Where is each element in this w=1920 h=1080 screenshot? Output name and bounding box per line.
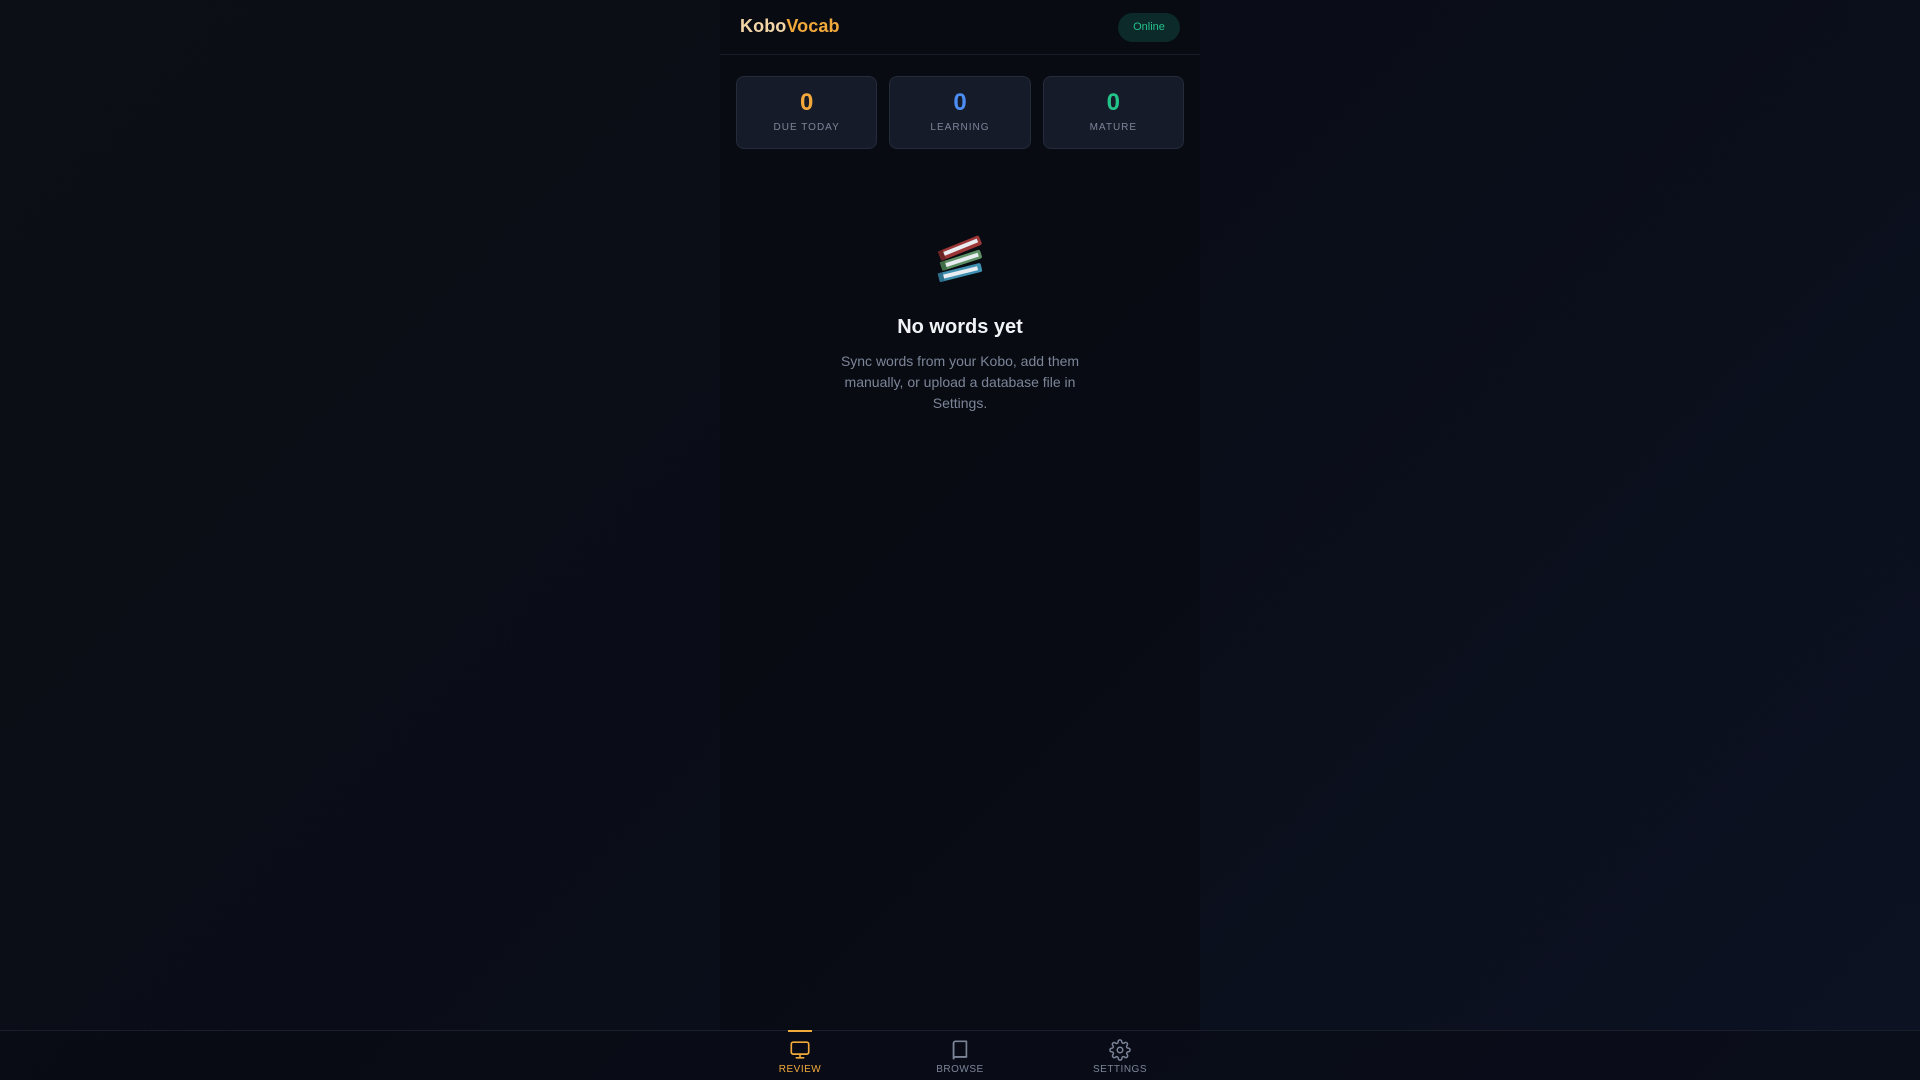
monitor-icon	[790, 1041, 810, 1059]
stats-row: 0 DUE TODAY 0 LEARNING 0 MATURE	[736, 76, 1184, 149]
stat-learning-value: 0	[953, 89, 967, 116]
header: KoboVocab Online	[720, 0, 1200, 55]
empty-description: Sync words from your Kobo, add them manu…	[840, 353, 1080, 411]
nav-review[interactable]: REVIEW	[750, 1030, 850, 1080]
nav-browse-label: BROWSE	[936, 1064, 984, 1075]
stat-learning-label: LEARNING	[930, 122, 990, 133]
gear-icon	[1109, 1039, 1131, 1061]
stat-mature: 0 MATURE	[1042, 76, 1184, 149]
empty-state: No words yet Sync words from your Kobo, …	[720, 230, 1200, 414]
status-badge: Online	[1118, 13, 1180, 42]
stat-mature-value: 0	[1106, 89, 1120, 116]
app-container: KoboVocab Online 0 DUE TODAY 0 LEARNING …	[720, 0, 1200, 1030]
nav-browse[interactable]: BROWSE	[910, 1031, 1010, 1080]
stat-due-today-label: DUE TODAY	[773, 122, 840, 133]
stat-due-today-value: 0	[799, 89, 814, 116]
app-logo: KoboVocab	[740, 16, 840, 37]
stat-due-today: 0 DUE TODAY	[736, 76, 878, 149]
book-icon	[952, 1040, 968, 1060]
logo-vocab: Vocab	[786, 16, 840, 36]
active-indicator	[788, 1030, 812, 1032]
logo-kobo: Kobo	[740, 16, 787, 36]
nav-settings[interactable]: SETTINGS	[1070, 1031, 1170, 1080]
stat-learning: 0 LEARNING	[889, 76, 1031, 149]
stat-mature-label: MATURE	[1089, 122, 1138, 133]
empty-title: No words yet	[897, 316, 1023, 338]
nav-settings-label: SETTINGS	[1092, 1064, 1147, 1075]
nav-review-label: REVIEW	[778, 1064, 822, 1075]
books-icon	[930, 230, 990, 290]
bottom-nav: REVIEW BROWSE SETTINGS	[0, 1030, 1920, 1080]
